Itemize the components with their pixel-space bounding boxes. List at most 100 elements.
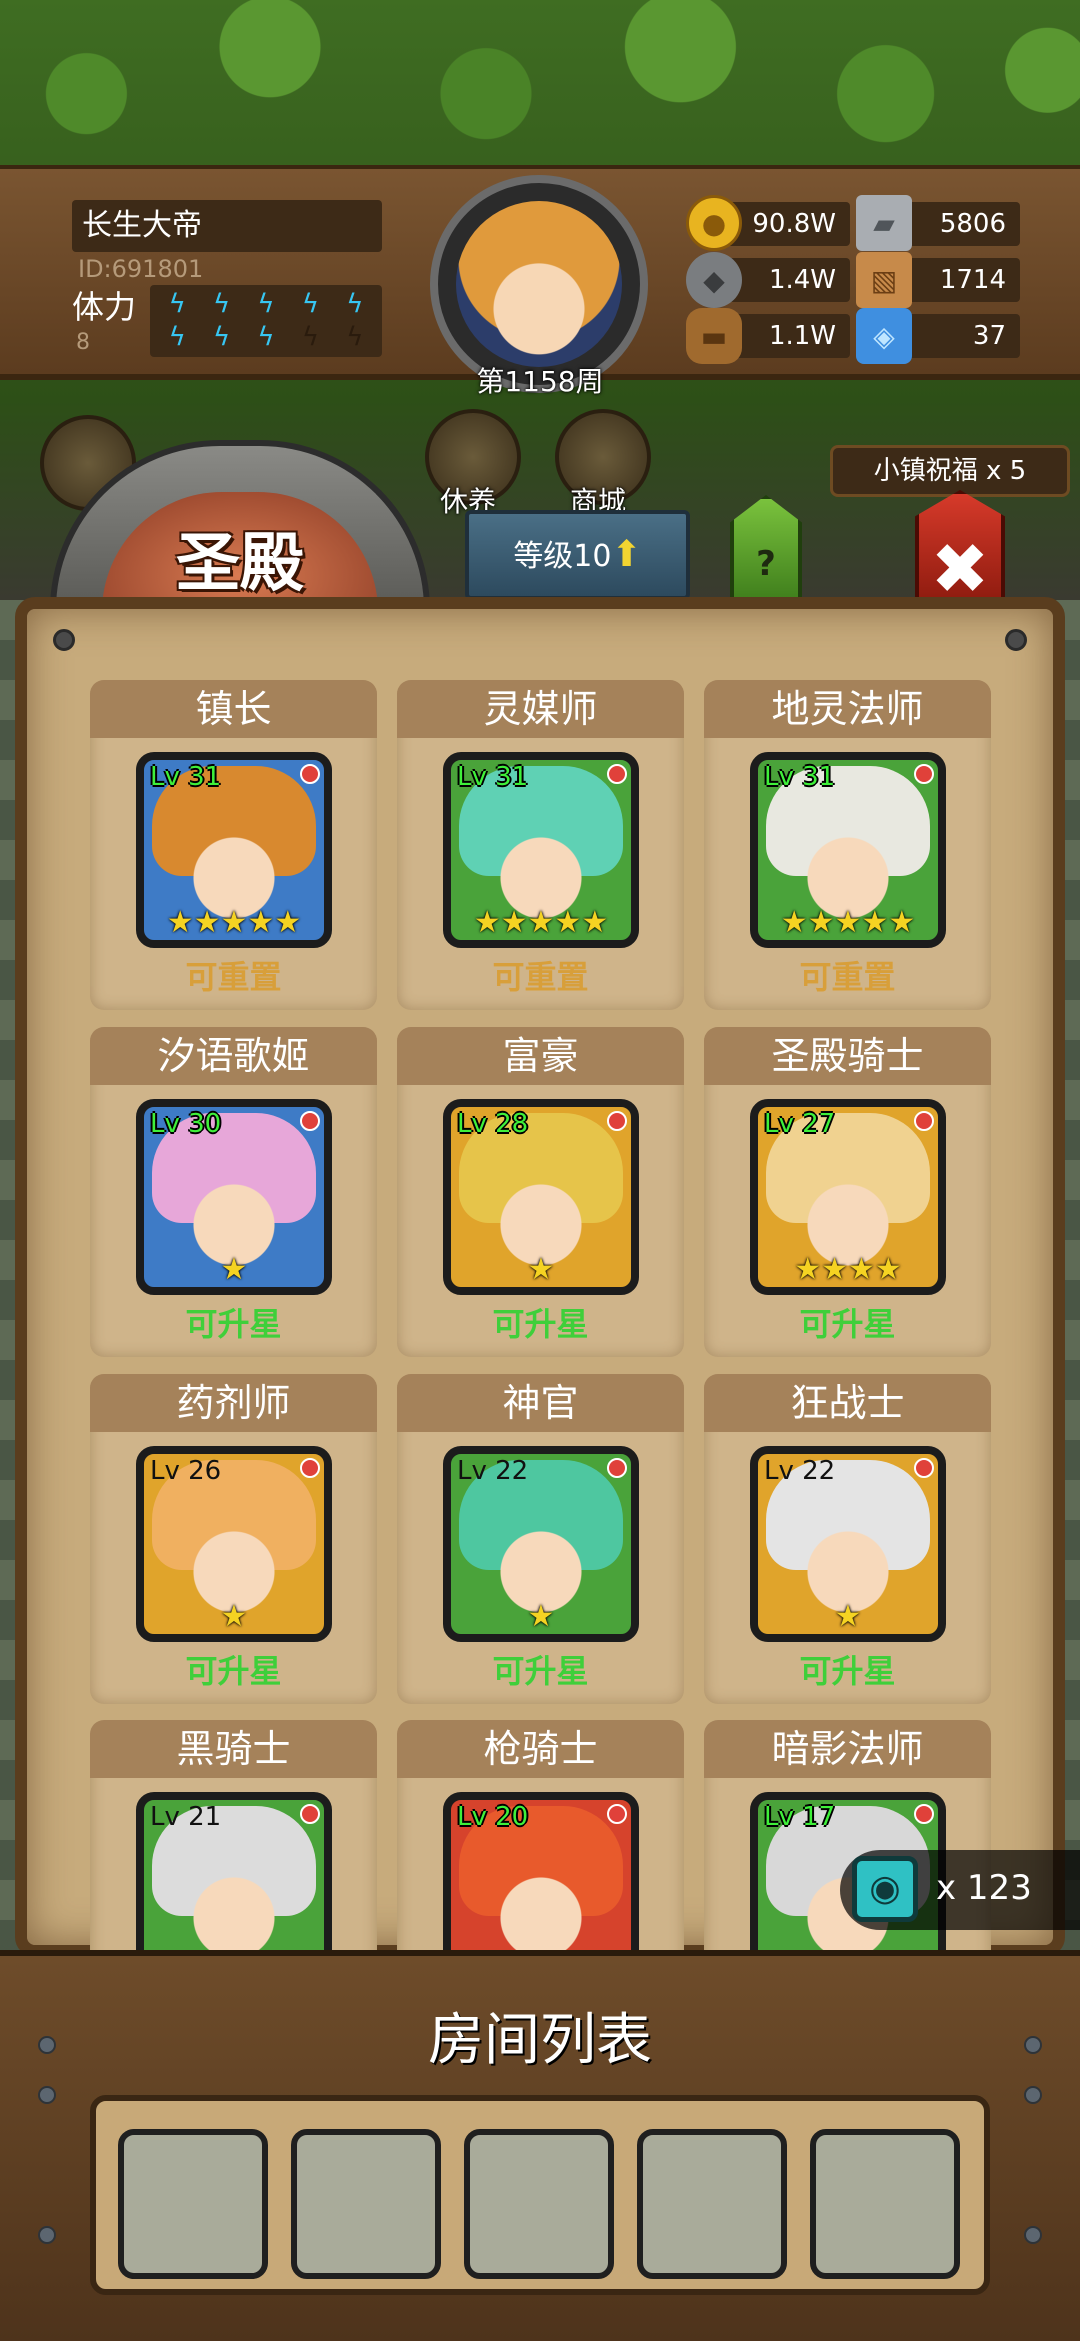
hero-level: Lv 26	[150, 1456, 222, 1486]
stamina-bolt-icon: ϟ	[301, 289, 319, 319]
level-button[interactable]: 等级10⬆	[465, 510, 690, 600]
notification-dot-icon	[300, 1458, 320, 1478]
stamina-bolt-icon: ϟ	[257, 289, 275, 319]
hero-status: 可重置	[492, 958, 589, 996]
nail-icon	[53, 629, 75, 651]
hero-status: 可重置	[799, 958, 896, 996]
room-slot[interactable]	[118, 2129, 268, 2279]
hero-portrait[interactable]: Lv 30 ★	[136, 1099, 332, 1295]
hero-card[interactable]: 汐语歌姬 Lv 30 ★ 可升星	[90, 1027, 377, 1357]
room-slot[interactable]	[637, 2129, 787, 2279]
hero-level: Lv 20	[457, 1802, 529, 1832]
hero-name: 狂战士	[704, 1374, 991, 1432]
stamina-bolt-icon: ϟ	[168, 289, 186, 319]
stamina-bolt-icon: ϟ	[257, 322, 275, 352]
hero-level: Lv 17	[764, 1802, 836, 1832]
hero-face	[790, 1147, 906, 1267]
hero-status: 可重置	[185, 958, 282, 996]
week-label: 第1158周	[476, 365, 604, 398]
hero-stars: ★	[527, 1599, 555, 1634]
hero-card[interactable]: 药剂师 Lv 26 ★ 可升星	[90, 1374, 377, 1704]
notification-dot-icon	[914, 1804, 934, 1824]
hero-stars: ★	[527, 1252, 555, 1287]
hero-status: 可升星	[799, 1652, 896, 1690]
hero-name: 灵媒师	[397, 680, 684, 738]
town-blessing-badge[interactable]: 小镇祝福 x 5	[830, 445, 1070, 497]
rivet-icon	[38, 2226, 56, 2244]
notification-dot-icon	[914, 1458, 934, 1478]
stamina-bolt-empty-icon: ϟ	[346, 322, 364, 352]
notification-dot-icon	[914, 764, 934, 784]
notification-dot-icon	[300, 1804, 320, 1824]
hero-level: Lv 27	[764, 1109, 836, 1139]
hero-face	[483, 1840, 599, 1960]
player-name: 长生大帝	[72, 200, 382, 252]
hero-name: 药剂师	[90, 1374, 377, 1432]
avatar-portrait	[456, 201, 622, 367]
hero-status: 可升星	[492, 1652, 589, 1690]
notification-dot-icon	[607, 1111, 627, 1131]
hero-level: Lv 31	[457, 762, 529, 792]
hero-portrait[interactable]: Lv 31 ★★★★★	[443, 752, 639, 948]
hero-name: 枪骑士	[397, 1720, 684, 1778]
hero-level: Lv 31	[150, 762, 222, 792]
hero-name: 富豪	[397, 1027, 684, 1085]
eye-gem-icon: ◉	[852, 1856, 918, 1922]
player-id: ID:691801	[78, 255, 204, 283]
hero-face	[483, 1147, 599, 1267]
notification-dot-icon	[607, 764, 627, 784]
notification-dot-icon	[607, 1458, 627, 1478]
room-slot[interactable]	[291, 2129, 441, 2279]
level-up-arrow-icon: ⬆	[611, 534, 642, 575]
hero-stars: ★★★★	[794, 1252, 902, 1287]
hero-card[interactable]: 狂战士 Lv 22 ★ 可升星	[704, 1374, 991, 1704]
hero-portrait[interactable]: Lv 31 ★★★★★	[136, 752, 332, 948]
hero-status: 可升星	[185, 1652, 282, 1690]
stamina-value: 8	[76, 330, 90, 355]
hero-card[interactable]: 地灵法师 Lv 31 ★★★★★ 可重置	[704, 680, 991, 1010]
hero-face	[176, 800, 292, 920]
hero-face	[483, 800, 599, 920]
hero-name: 神官	[397, 1374, 684, 1432]
hero-status: 可升星	[185, 1305, 282, 1343]
hero-portrait[interactable]: Lv 22 ★	[750, 1446, 946, 1642]
hero-card[interactable]: 圣殿骑士 Lv 27 ★★★★ 可升星	[704, 1027, 991, 1357]
hero-status: 可升星	[799, 1305, 896, 1343]
hero-face	[790, 1494, 906, 1614]
hero-name: 镇长	[90, 680, 377, 738]
page-title: 圣殿	[176, 527, 304, 601]
hero-face	[176, 1840, 292, 1960]
hero-portrait[interactable]: Lv 27 ★★★★	[750, 1099, 946, 1295]
hero-status: 可升星	[492, 1305, 589, 1343]
stamina-bolt-icon: ϟ	[168, 322, 186, 352]
hero-card[interactable]: 富豪 Lv 28 ★ 可升星	[397, 1027, 684, 1357]
hero-level: Lv 22	[764, 1456, 836, 1486]
hero-portrait[interactable]: Lv 26 ★	[136, 1446, 332, 1642]
hero-portrait[interactable]: Lv 31 ★★★★★	[750, 752, 946, 948]
hero-level: Lv 31	[764, 762, 836, 792]
notification-dot-icon	[300, 764, 320, 784]
hero-face	[176, 1147, 292, 1267]
hero-stars: ★	[834, 1599, 862, 1634]
hero-portrait[interactable]: Lv 22 ★	[443, 1446, 639, 1642]
hero-card[interactable]: 镇长 Lv 31 ★★★★★ 可重置	[90, 680, 377, 1010]
room-slot[interactable]	[810, 2129, 960, 2279]
hero-card[interactable]: 神官 Lv 22 ★ 可升星	[397, 1374, 684, 1704]
stamina-bar: ϟ ϟ ϟ ϟ ϟ ϟ ϟ ϟ ϟ ϟ	[150, 285, 382, 357]
hero-face	[483, 1494, 599, 1614]
gold-coin-icon: ●	[686, 195, 742, 251]
room-slot[interactable]	[464, 2129, 614, 2279]
hero-portrait[interactable]: Lv 28 ★	[443, 1099, 639, 1295]
hero-name: 黑骑士	[90, 1720, 377, 1778]
crystal-icon: ◈	[856, 308, 912, 364]
level-label: 等级10	[513, 539, 612, 574]
hero-card[interactable]: 灵媒师 Lv 31 ★★★★★ 可重置	[397, 680, 684, 1010]
hero-level: Lv 28	[457, 1109, 529, 1139]
notification-dot-icon	[914, 1111, 934, 1131]
hero-stars: ★★★★★	[473, 905, 609, 940]
hero-stars: ★	[220, 1599, 248, 1634]
nail-icon	[1005, 629, 1027, 651]
hero-level: Lv 21	[150, 1802, 222, 1832]
hero-face	[176, 1494, 292, 1614]
gem-counter[interactable]: ◉ x 123	[840, 1850, 1080, 1930]
